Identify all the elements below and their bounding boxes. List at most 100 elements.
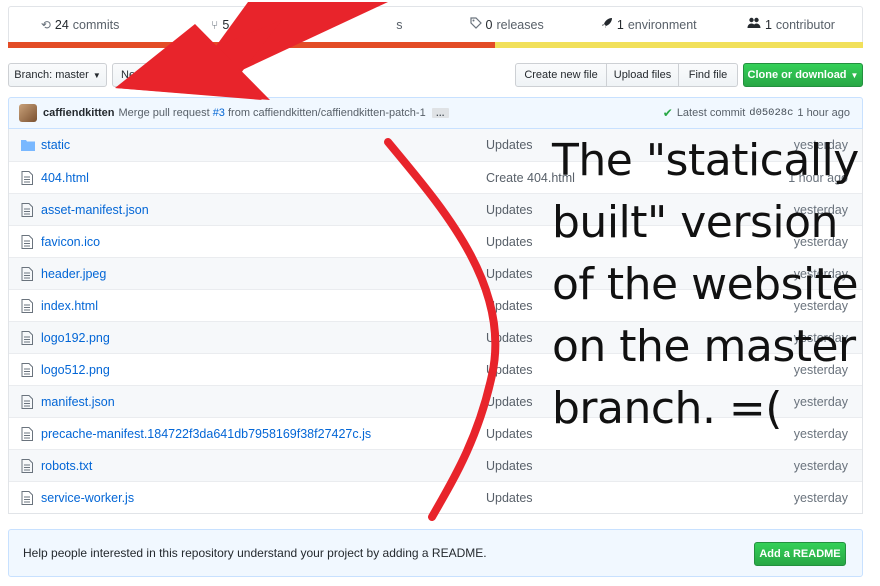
branches-stat[interactable]: ⑂ 5 xyxy=(151,7,293,42)
file-row[interactable]: robots.txt Updates yesterday xyxy=(9,449,862,481)
file-age: yesterday xyxy=(793,266,848,281)
file-name-link[interactable]: index.html xyxy=(41,299,481,313)
folder-icon xyxy=(21,139,41,151)
file-icon xyxy=(21,490,41,505)
file-name-link[interactable]: asset-manifest.json xyxy=(41,203,481,217)
file-commit-message[interactable]: Create 404.html xyxy=(486,171,575,185)
file-row[interactable]: index.html Updates yesterday xyxy=(9,289,862,321)
pr-link[interactable]: #3 xyxy=(213,107,225,119)
commit-sha[interactable]: d05028c xyxy=(749,107,793,119)
file-row[interactable]: precache-manifest.184722f3da641db7958169… xyxy=(9,417,862,449)
file-commit-message[interactable]: Updates xyxy=(486,267,533,281)
repo-stats-bar: ⟲ 24 commits ⑂ 5 s 0 releases 1 environm… xyxy=(8,6,863,42)
file-age: yesterday xyxy=(793,458,848,473)
file-row[interactable]: header.jpeg Updates yesterday xyxy=(9,257,862,289)
create-new-file-button[interactable]: Create new file xyxy=(515,63,607,87)
file-age: yesterday xyxy=(793,202,848,217)
file-name-link[interactable]: logo192.png xyxy=(41,331,481,345)
file-row[interactable]: favicon.ico Updates yesterday xyxy=(9,225,862,257)
file-commit-message[interactable]: Updates xyxy=(486,203,533,217)
packages-stat[interactable]: s xyxy=(293,7,435,42)
expand-commit-button[interactable]: … xyxy=(431,108,449,118)
branches-count: 5 xyxy=(222,17,230,32)
file-toolbar: Branch: master ▼ New pull request Create… xyxy=(8,63,863,87)
file-icon xyxy=(21,298,41,313)
commit-message-suffix[interactable]: from caffiendkitten/caffiendkitten-patch… xyxy=(228,107,426,119)
add-readme-button[interactable]: Add a README xyxy=(754,542,846,566)
file-icon xyxy=(21,362,41,377)
upload-files-button[interactable]: Upload files xyxy=(606,63,679,87)
releases-stat[interactable]: 0 releases xyxy=(436,7,578,42)
people-icon xyxy=(747,17,761,32)
create-file-label: Create new file xyxy=(524,69,598,81)
file-commit-message[interactable]: Updates xyxy=(486,299,533,313)
clone-download-button[interactable]: Clone or download ▼ xyxy=(743,63,863,87)
contributors-stat[interactable]: 1 contributor xyxy=(720,7,862,42)
releases-label: releases xyxy=(496,17,544,32)
branch-select-button[interactable]: Branch: master ▼ xyxy=(8,63,107,87)
file-commit-message[interactable]: Updates xyxy=(486,138,533,152)
file-row[interactable]: logo192.png Updates yesterday xyxy=(9,321,862,353)
commits-stat[interactable]: ⟲ 24 commits xyxy=(9,7,151,42)
file-row[interactable]: static Updates yesterday xyxy=(9,129,862,161)
file-row[interactable]: service-worker.js Updates yesterday xyxy=(9,481,862,513)
latest-commit-label: Latest commit xyxy=(676,107,746,119)
file-name-link[interactable]: precache-manifest.184722f3da641db7958169… xyxy=(41,427,481,441)
file-icon xyxy=(21,394,41,409)
clone-label: Clone or download xyxy=(747,69,847,81)
branch-icon: ⑂ xyxy=(211,17,219,32)
avatar[interactable] xyxy=(19,104,37,122)
file-icon xyxy=(21,202,41,217)
file-name-link[interactable]: favicon.ico xyxy=(41,235,481,249)
file-commit-message[interactable]: Updates xyxy=(486,331,533,345)
file-name-link[interactable]: 404.html xyxy=(41,171,481,185)
upload-files-label: Upload files xyxy=(613,69,672,81)
file-list: static Updates yesterday 404.html Create 404… xyxy=(8,129,863,514)
file-age: yesterday xyxy=(793,330,848,345)
file-commit-message[interactable]: Updates xyxy=(486,235,533,249)
language-segment-js xyxy=(495,42,863,48)
file-age: yesterday xyxy=(793,490,848,505)
file-name-link[interactable]: service-worker.js xyxy=(41,491,481,505)
new-pull-request-button[interactable]: New pull request xyxy=(112,63,212,87)
commit-message-prefix[interactable]: Merge pull request xyxy=(119,107,210,119)
language-bar[interactable] xyxy=(8,42,863,48)
file-row[interactable]: logo512.png Updates yesterday xyxy=(9,353,862,385)
branch-label: Branch: master xyxy=(14,69,89,81)
file-age: 1 hour ago xyxy=(788,170,848,185)
file-name-link[interactable]: robots.txt xyxy=(41,459,481,473)
file-name-link[interactable]: static xyxy=(41,138,481,152)
file-row[interactable]: 404.html Create 404.html 1 hour ago xyxy=(9,161,862,193)
file-row[interactable]: manifest.json Updates yesterday xyxy=(9,385,862,417)
language-segment-html xyxy=(8,42,496,48)
file-icon xyxy=(21,266,41,281)
find-file-button[interactable]: Find file xyxy=(678,63,738,87)
readme-prompt: Help people interested in this repositor… xyxy=(8,529,863,577)
caret-down-icon: ▼ xyxy=(850,70,859,80)
check-icon: ✔ xyxy=(662,106,673,120)
file-row[interactable]: asset-manifest.json Updates yesterday xyxy=(9,193,862,225)
new-pr-label: New pull request xyxy=(121,69,203,81)
file-age: yesterday xyxy=(793,138,848,152)
file-name-link[interactable]: manifest.json xyxy=(41,395,481,409)
partial-stat-label: s xyxy=(396,17,403,32)
commit-age: 1 hour ago xyxy=(797,107,850,119)
file-icon xyxy=(21,234,41,249)
latest-commit-bar: caffiendkitten Merge pull request #3 fro… xyxy=(8,97,863,129)
file-commit-message[interactable]: Updates xyxy=(486,363,533,377)
latest-commit-info: ✔ Latest commit d05028c 1 hour ago xyxy=(663,98,850,128)
file-commit-message[interactable]: Updates xyxy=(486,395,533,409)
file-age: yesterday xyxy=(793,362,848,377)
file-icon xyxy=(21,426,41,441)
commit-author[interactable]: caffiendkitten xyxy=(43,107,115,119)
environments-label: environment xyxy=(627,17,697,32)
file-commit-message[interactable]: Updates xyxy=(486,459,533,473)
rocket-icon xyxy=(601,17,613,32)
file-commit-message[interactable]: Updates xyxy=(486,427,533,441)
environments-stat[interactable]: 1 environment xyxy=(578,7,720,42)
file-commit-message[interactable]: Updates xyxy=(486,491,533,505)
file-name-link[interactable]: header.jpeg xyxy=(41,267,481,281)
file-name-link[interactable]: logo512.png xyxy=(41,363,481,377)
contributors-count: 1 xyxy=(764,17,772,32)
tag-icon xyxy=(469,17,482,32)
